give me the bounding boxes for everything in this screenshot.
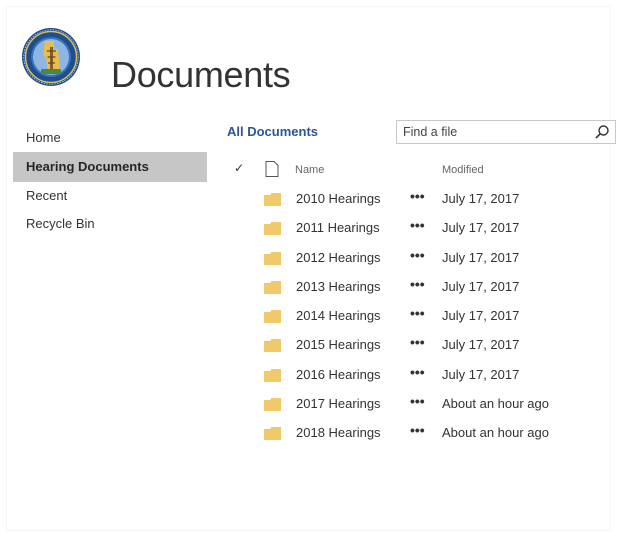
folder-icon — [264, 193, 281, 206]
row-name[interactable]: 2010 Hearings — [296, 191, 381, 206]
nav-item-recycle-bin[interactable]: Recycle Bin — [13, 210, 207, 238]
table-row[interactable]: 2016 Hearings ••• July 17, 2017 — [227, 361, 617, 390]
folder-icon — [264, 222, 281, 236]
more-options-icon[interactable]: ••• — [410, 247, 425, 263]
table-row[interactable]: 2015 Hearings ••• July 17, 2017 — [227, 331, 617, 360]
left-navigation: Home Hearing Documents Recent Recycle Bi… — [13, 124, 207, 238]
table-row[interactable]: 2010 Hearings ••• July 17, 2017 — [227, 185, 617, 214]
site-logo-seal-icon[interactable] — [21, 27, 81, 87]
row-name[interactable]: 2016 Hearings — [296, 367, 381, 382]
more-options-icon[interactable]: ••• — [410, 217, 425, 233]
folder-icon — [264, 339, 281, 353]
row-modified: July 17, 2017 — [442, 337, 520, 353]
folder-icon — [264, 310, 281, 324]
more-options-icon[interactable]: ••• — [410, 188, 425, 204]
row-modified: July 17, 2017 — [442, 220, 520, 236]
row-modified: About an hour ago — [442, 425, 549, 441]
search-box — [396, 120, 616, 144]
row-name[interactable]: 2013 Hearings — [296, 279, 381, 294]
more-options-icon[interactable]: ••• — [410, 364, 425, 380]
more-options-icon[interactable]: ••• — [410, 305, 425, 321]
more-options-icon[interactable]: ••• — [410, 334, 425, 350]
table-row[interactable]: 2018 Hearings ••• About an hour ago — [227, 419, 617, 448]
row-name[interactable]: 2018 Hearings — [296, 425, 381, 440]
folder-icon — [264, 427, 281, 441]
row-modified: July 17, 2017 — [442, 366, 520, 382]
site-title[interactable]: Documents — [111, 49, 291, 101]
table-row[interactable]: 2017 Hearings ••• About an hour ago — [227, 390, 617, 419]
row-modified: About an hour ago — [442, 396, 549, 412]
row-name[interactable]: 2015 Hearings — [296, 337, 381, 352]
row-modified: July 17, 2017 — [442, 308, 520, 324]
row-name[interactable]: 2017 Hearings — [296, 396, 381, 411]
folder-icon — [264, 368, 281, 382]
table-row[interactable]: 2012 Hearings ••• July 17, 2017 — [227, 244, 617, 273]
select-all-check-icon[interactable]: ✓ — [234, 161, 244, 175]
document-type-icon — [265, 161, 279, 177]
more-options-icon[interactable]: ••• — [410, 276, 425, 292]
nav-item-hearing-documents[interactable]: Hearing Documents — [13, 152, 207, 182]
row-modified: July 17, 2017 — [442, 191, 520, 206]
view-title-all-documents[interactable]: All Documents — [227, 123, 318, 141]
folder-icon — [264, 251, 281, 265]
table-row[interactable]: 2011 Hearings ••• July 17, 2017 — [227, 214, 617, 243]
search-icon[interactable] — [594, 124, 610, 140]
row-modified: July 17, 2017 — [442, 249, 520, 265]
row-name[interactable]: 2014 Hearings — [296, 308, 381, 323]
nav-item-recent[interactable]: Recent — [13, 182, 207, 210]
row-modified: July 17, 2017 — [442, 278, 520, 294]
page: Documents Home Hearing Documents Recent … — [6, 6, 616, 531]
table-row[interactable]: 2013 Hearings ••• July 17, 2017 — [227, 273, 617, 302]
more-options-icon[interactable]: ••• — [410, 393, 425, 409]
folder-icon — [264, 398, 281, 412]
column-header-name[interactable]: Name — [295, 164, 324, 176]
more-options-icon[interactable]: ••• — [410, 422, 425, 438]
row-name[interactable]: 2011 Hearings — [296, 220, 380, 235]
document-list: ✓ Name Modified 2010 Hearings ••• July 1… — [227, 155, 617, 449]
list-header-row: ✓ Name Modified — [227, 155, 617, 185]
folder-icon — [264, 280, 281, 294]
row-name[interactable]: 2012 Hearings — [296, 250, 381, 265]
table-row[interactable]: 2014 Hearings ••• July 17, 2017 — [227, 302, 617, 331]
column-header-modified[interactable]: Modified — [442, 164, 484, 176]
nav-item-home[interactable]: Home — [13, 124, 207, 152]
search-input[interactable] — [397, 121, 587, 143]
